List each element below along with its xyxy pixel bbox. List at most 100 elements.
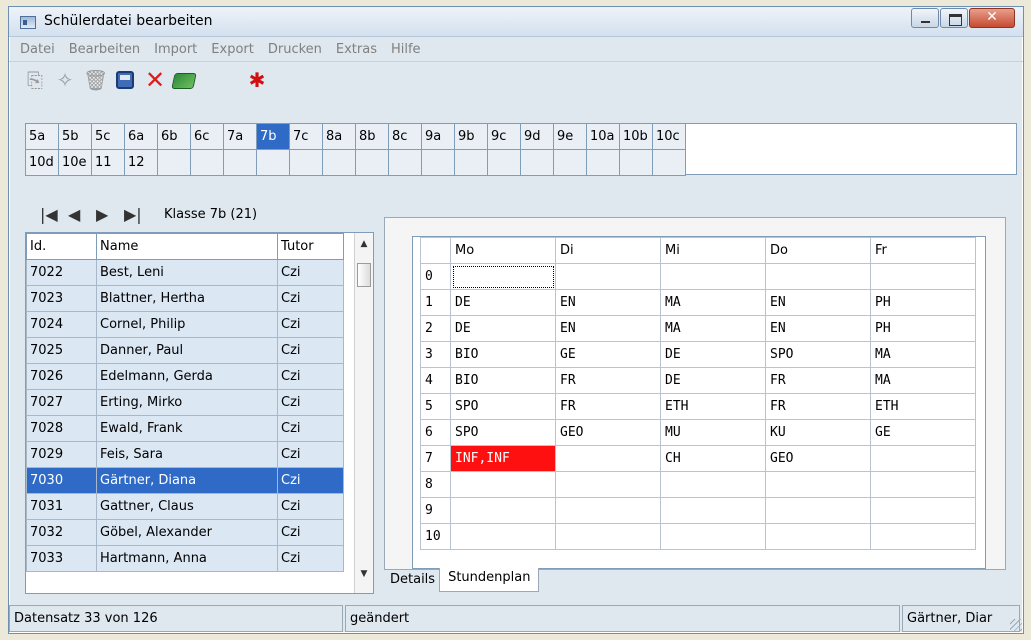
- menu-datei[interactable]: Datei: [13, 42, 62, 57]
- tab-stundenplan[interactable]: Stundenplan: [439, 568, 540, 592]
- student-row[interactable]: 7028 Ewald, Frank Czi: [26, 415, 344, 442]
- student-row[interactable]: 7029 Feis, Sara Czi: [26, 441, 344, 468]
- save-icon[interactable]: [116, 71, 134, 89]
- menu-bearbeiten[interactable]: Bearbeiten: [62, 42, 147, 57]
- timetable-cell[interactable]: [765, 497, 871, 524]
- scroll-down-icon[interactable]: ▼: [355, 569, 373, 587]
- timetable-cell[interactable]: FR: [555, 367, 661, 394]
- timetable-cell[interactable]: EN: [555, 289, 661, 316]
- timetable-cell[interactable]: [660, 263, 766, 290]
- column-header-name[interactable]: Name: [96, 233, 278, 260]
- menu-export[interactable]: Export: [204, 42, 261, 57]
- class-cell-9c[interactable]: 9c: [487, 123, 521, 150]
- timetable-cell[interactable]: GEO: [765, 445, 871, 472]
- timetable-cell[interactable]: GE: [555, 341, 661, 368]
- timetable-cell[interactable]: [765, 523, 871, 550]
- timetable-cell[interactable]: EN: [765, 289, 871, 316]
- copy-record-icon[interactable]: ⎘: [23, 68, 47, 92]
- timetable-cell[interactable]: [450, 523, 556, 550]
- timetable-cell[interactable]: ETH: [660, 393, 766, 420]
- title-bar[interactable]: Schülerdatei bearbeiten ✕: [9, 7, 1023, 37]
- timetable-cell[interactable]: MA: [870, 367, 976, 394]
- timetable-cell[interactable]: [660, 523, 766, 550]
- timetable-cell[interactable]: [765, 263, 871, 290]
- class-cell-5c[interactable]: 5c: [91, 123, 125, 150]
- class-cell-10e[interactable]: 10e: [58, 149, 92, 176]
- class-cell-10c[interactable]: 10c: [652, 123, 686, 150]
- timetable-cell[interactable]: INF,INF: [450, 445, 556, 472]
- timetable-cell[interactable]: MU: [660, 419, 766, 446]
- timetable-cell[interactable]: MA: [870, 341, 976, 368]
- class-cell-11[interactable]: 11: [91, 149, 125, 176]
- timetable-cell[interactable]: [555, 263, 661, 290]
- timetable-cell[interactable]: [870, 497, 976, 524]
- minimize-button[interactable]: [911, 8, 939, 28]
- book-icon[interactable]: [171, 73, 197, 89]
- timetable-cell[interactable]: DE: [660, 341, 766, 368]
- menu-import[interactable]: Import: [147, 42, 204, 57]
- timetable-cell[interactable]: MA: [660, 289, 766, 316]
- class-cell-9b[interactable]: 9b: [454, 123, 488, 150]
- menu-hilfe[interactable]: Hilfe: [384, 42, 428, 57]
- class-cell-5b[interactable]: 5b: [58, 123, 92, 150]
- timetable-cell[interactable]: PH: [870, 289, 976, 316]
- column-header-tutor[interactable]: Tutor: [277, 233, 344, 260]
- timetable-cell[interactable]: EN: [555, 315, 661, 342]
- timetable-cell[interactable]: PH: [870, 315, 976, 342]
- timetable-cell[interactable]: [555, 445, 661, 472]
- timetable-cell[interactable]: [870, 445, 976, 472]
- timetable-cell[interactable]: [450, 497, 556, 524]
- timetable-cell[interactable]: [660, 471, 766, 498]
- close-button[interactable]: ✕: [969, 8, 1015, 28]
- last-record-icon[interactable]: ▶|: [124, 205, 146, 224]
- student-row[interactable]: 7033 Hartmann, Anna Czi: [26, 545, 344, 572]
- maximize-button[interactable]: [940, 8, 968, 28]
- class-cell-12[interactable]: 12: [124, 149, 158, 176]
- column-header-id[interactable]: Id.: [26, 233, 97, 260]
- timetable-cell[interactable]: DE: [660, 367, 766, 394]
- student-row[interactable]: 7030 Gärtner, Diana Czi: [26, 467, 344, 494]
- timetable-cell[interactable]: [555, 523, 661, 550]
- student-row[interactable]: 7027 Erting, Mirko Czi: [26, 389, 344, 416]
- class-cell-7a[interactable]: 7a: [223, 123, 257, 150]
- timetable-cell[interactable]: FR: [765, 367, 871, 394]
- class-cell-6a[interactable]: 6a: [124, 123, 158, 150]
- class-cell-9e[interactable]: 9e: [553, 123, 587, 150]
- timetable-cell[interactable]: EN: [765, 315, 871, 342]
- class-cell-10a[interactable]: 10a: [586, 123, 620, 150]
- class-cell-9d[interactable]: 9d: [520, 123, 554, 150]
- timetable-cell[interactable]: DE: [450, 289, 556, 316]
- new-record-icon[interactable]: ✧: [53, 68, 77, 92]
- delete-icon[interactable]: ✕: [143, 68, 167, 92]
- student-row[interactable]: 7031 Gattner, Claus Czi: [26, 493, 344, 520]
- previous-record-icon[interactable]: ◀: [68, 205, 90, 224]
- student-row[interactable]: 7024 Cornel, Philip Czi: [26, 311, 344, 338]
- menu-drucken[interactable]: Drucken: [261, 42, 329, 57]
- timetable-cell[interactable]: SPO: [450, 419, 556, 446]
- student-row[interactable]: 7032 Göbel, Alexander Czi: [26, 519, 344, 546]
- tab-details[interactable]: Details: [386, 568, 439, 594]
- class-cell-7c[interactable]: 7c: [289, 123, 323, 150]
- class-cell-6b[interactable]: 6b: [157, 123, 191, 150]
- timetable-cell[interactable]: [765, 471, 871, 498]
- class-cell-6c[interactable]: 6c: [190, 123, 224, 150]
- timetable-cell[interactable]: GE: [870, 419, 976, 446]
- class-cell-10b[interactable]: 10b: [619, 123, 653, 150]
- timetable-cell[interactable]: [450, 471, 556, 498]
- student-row[interactable]: 7022 Best, Leni Czi: [26, 259, 344, 286]
- timetable-cell[interactable]: FR: [765, 393, 871, 420]
- class-cell-8c[interactable]: 8c: [388, 123, 422, 150]
- timetable-cell[interactable]: [450, 263, 556, 290]
- class-cell-9a[interactable]: 9a: [421, 123, 455, 150]
- timetable-cell[interactable]: FR: [555, 393, 661, 420]
- next-record-icon[interactable]: ▶: [96, 205, 118, 224]
- student-row[interactable]: 7025 Danner, Paul Czi: [26, 337, 344, 364]
- class-cell-10d[interactable]: 10d: [25, 149, 59, 176]
- timetable-cell[interactable]: SPO: [765, 341, 871, 368]
- timetable-cell[interactable]: [870, 523, 976, 550]
- scroll-up-icon[interactable]: ▲: [355, 239, 373, 257]
- menu-extras[interactable]: Extras: [329, 42, 384, 57]
- exit-runner-icon[interactable]: ✱: [245, 68, 269, 92]
- timetable-cell[interactable]: [870, 263, 976, 290]
- timetable-cell[interactable]: BIO: [450, 367, 556, 394]
